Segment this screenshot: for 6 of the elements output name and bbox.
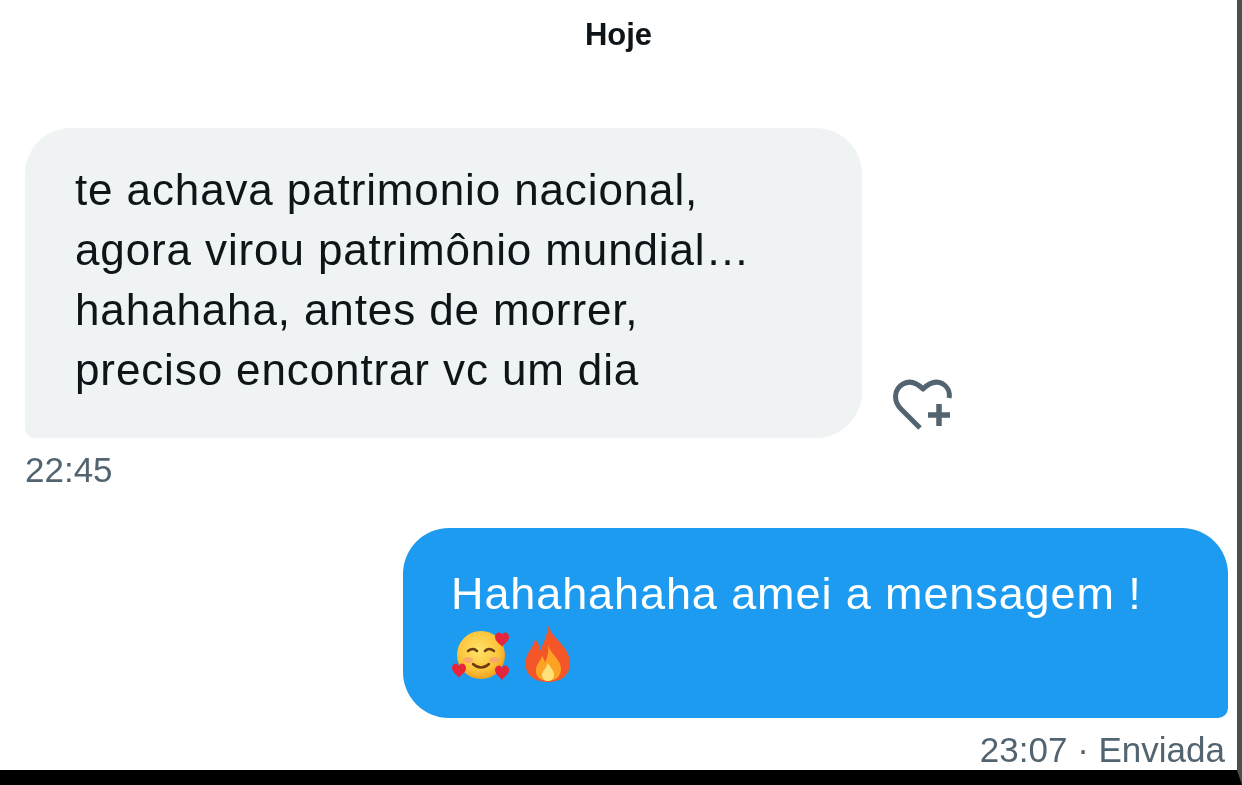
date-separator: Hoje bbox=[584, 17, 653, 53]
message-timestamp: 22:45 bbox=[25, 450, 113, 490]
received-message-bubble: te achava patrimonio nacional, agora virou patrimônio mundial… hahahaha, antes de morrer, preciso encontrar vc um dia bbox=[25, 128, 862, 438]
message-timestamp: 23:07 · Enviada bbox=[979, 730, 1225, 770]
heart-plus-icon[interactable] bbox=[893, 378, 953, 432]
message-text: Hahahahaha amei a mensagem ! bbox=[451, 567, 1142, 621]
